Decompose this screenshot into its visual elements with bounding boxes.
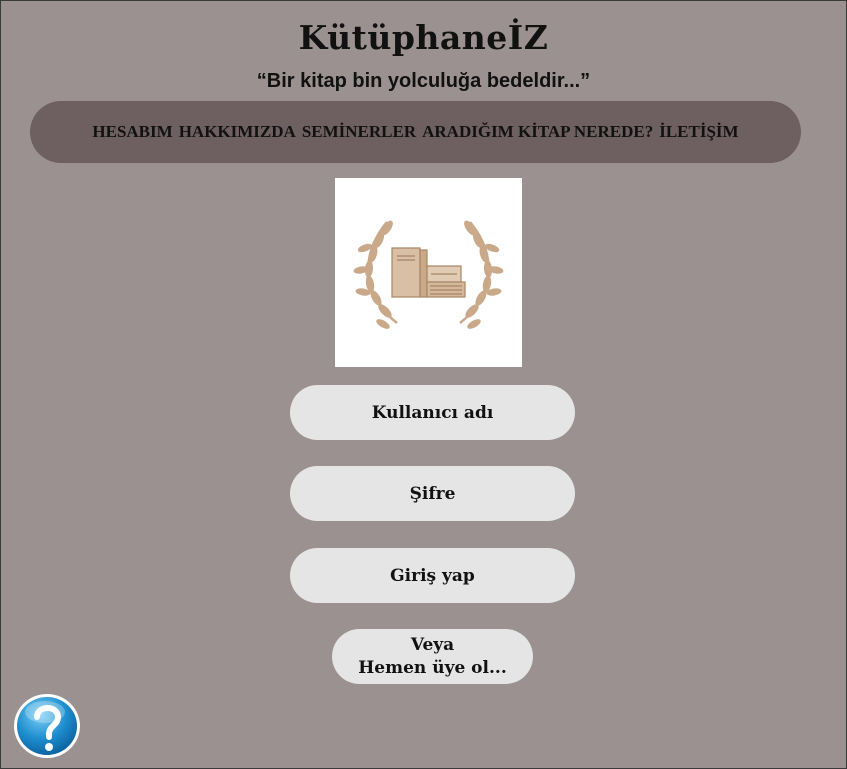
password-field-wrapper <box>290 465 575 522</box>
register-line-or: Veya <box>410 634 455 655</box>
register-button[interactable]: Veya Hemen üye ol... <box>332 629 533 684</box>
login-button[interactable]: Giriş yap <box>290 548 575 603</box>
help-button[interactable] <box>12 692 82 760</box>
nav-item-seminars[interactable]: SEMİNERLER <box>302 122 416 142</box>
register-line-signup: Hemen üye ol... <box>358 657 507 678</box>
username-field-wrapper <box>290 384 575 441</box>
username-input[interactable] <box>290 384 575 441</box>
slogan: “Bir kitap bin yolculuğa bedeldir...” <box>256 70 591 92</box>
books-laurel-icon <box>353 220 504 329</box>
password-input[interactable] <box>290 465 575 522</box>
site-title: KütüphaneİZ <box>298 18 549 57</box>
question-mark-icon <box>14 694 80 758</box>
library-logo <box>335 178 522 367</box>
nav-item-contact[interactable]: İLETİŞİM <box>659 122 738 142</box>
nav-item-about[interactable]: HAKKIMIZDA <box>179 122 296 142</box>
main-navbar: HESABIM HAKKIMIZDA SEMİNERLER ARADIĞIM K… <box>30 101 801 163</box>
nav-item-account[interactable]: HESABIM <box>92 122 172 142</box>
nav-item-find-book[interactable]: ARADIĞIM KİTAP NEREDE? <box>422 122 653 142</box>
